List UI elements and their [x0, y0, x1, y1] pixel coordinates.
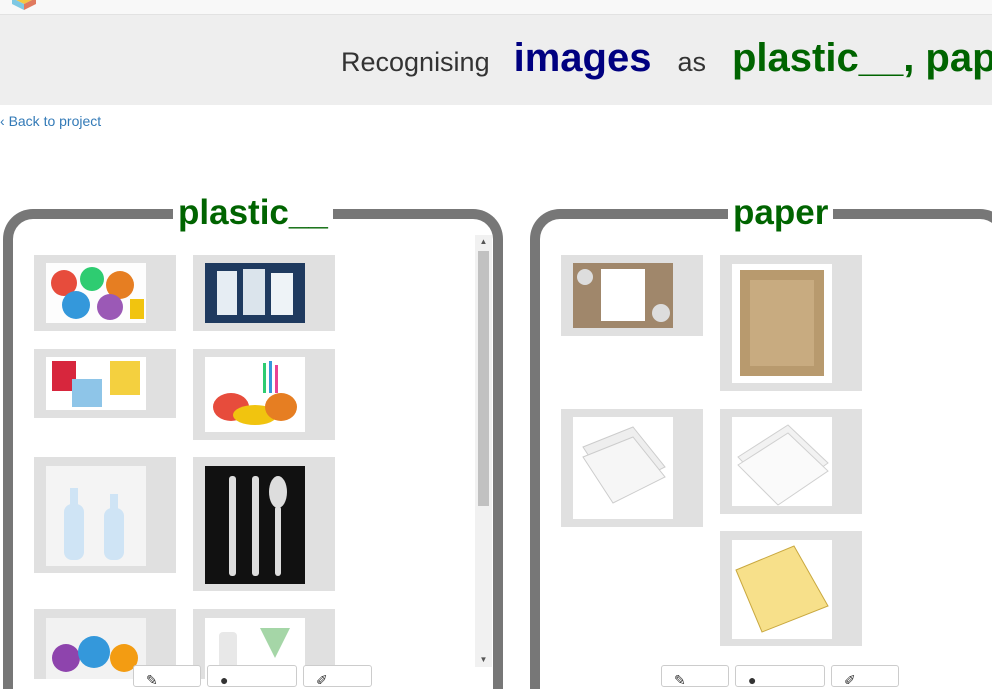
- title-word-images: images: [513, 36, 652, 80]
- scroll-down-icon[interactable]: ▼: [475, 653, 492, 667]
- training-image-tile[interactable]: [720, 531, 862, 646]
- title-word-labels: plastic__, pap: [731, 36, 992, 80]
- training-image-tile[interactable]: [34, 349, 176, 418]
- add-drawing-button[interactable]: ✐: [831, 665, 899, 688]
- training-image-tile[interactable]: [561, 255, 703, 336]
- training-image-tile[interactable]: [193, 349, 335, 440]
- logo-icon[interactable]: [4, 0, 44, 10]
- notepad-paper-image: [573, 263, 673, 328]
- plastic-waste-image: [46, 618, 146, 679]
- paper-sheets-image: [732, 417, 832, 506]
- page-header: Recognising images as plastic__, pap: [0, 15, 992, 105]
- add-webcam-button[interactable]: ●: [735, 665, 825, 688]
- training-image-tile[interactable]: [193, 457, 335, 591]
- back-chevron-icon: ‹: [0, 113, 9, 129]
- camera-icon: ●: [748, 672, 757, 688]
- training-image-tile[interactable]: [34, 457, 176, 573]
- training-image-tile[interactable]: [193, 255, 335, 331]
- add-url-button[interactable]: ✎: [133, 665, 201, 688]
- top-navbar: [0, 0, 992, 15]
- bucket-paper: paper: [530, 193, 992, 689]
- plastic-film-rolls-image: [205, 263, 305, 323]
- yellow-paper-image: [732, 540, 832, 639]
- plastic-cutlery-image: [205, 466, 305, 584]
- training-image-tile[interactable]: [34, 255, 176, 331]
- paper-stack-image: [573, 417, 673, 519]
- camera-icon: ●: [220, 672, 229, 688]
- title-word-as: as: [677, 47, 706, 77]
- training-image-tile[interactable]: [720, 409, 862, 514]
- old-parchment-image: [732, 264, 832, 383]
- add-drawing-button[interactable]: ✐: [303, 665, 372, 688]
- bucket-plastic: plastic__ ▲ ▼: [3, 193, 503, 689]
- scroll-thumb[interactable]: [478, 251, 489, 506]
- scroll-up-icon[interactable]: ▲: [475, 235, 492, 249]
- page-title: Recognising images as plastic__, pap: [341, 36, 992, 81]
- add-webcam-button[interactable]: ●: [207, 665, 297, 688]
- back-to-project-link[interactable]: ‹ Back to project: [0, 113, 101, 129]
- bucket-plastic-title: plastic__: [173, 193, 333, 233]
- training-image-tile[interactable]: [561, 409, 703, 527]
- plastic-tableware-image: [205, 357, 305, 432]
- plastic-containers-image: [46, 357, 146, 410]
- bucket-paper-title: paper: [728, 193, 834, 233]
- title-word-recognising: Recognising: [341, 47, 490, 77]
- image-list-scrollbar[interactable]: ▲ ▼: [475, 235, 492, 667]
- plastic-items-image: [46, 263, 146, 323]
- plastic-bottles-image: [46, 466, 146, 566]
- back-link-label: Back to project: [8, 113, 102, 129]
- add-url-button[interactable]: ✎: [661, 665, 729, 688]
- training-image-tile[interactable]: [720, 255, 862, 391]
